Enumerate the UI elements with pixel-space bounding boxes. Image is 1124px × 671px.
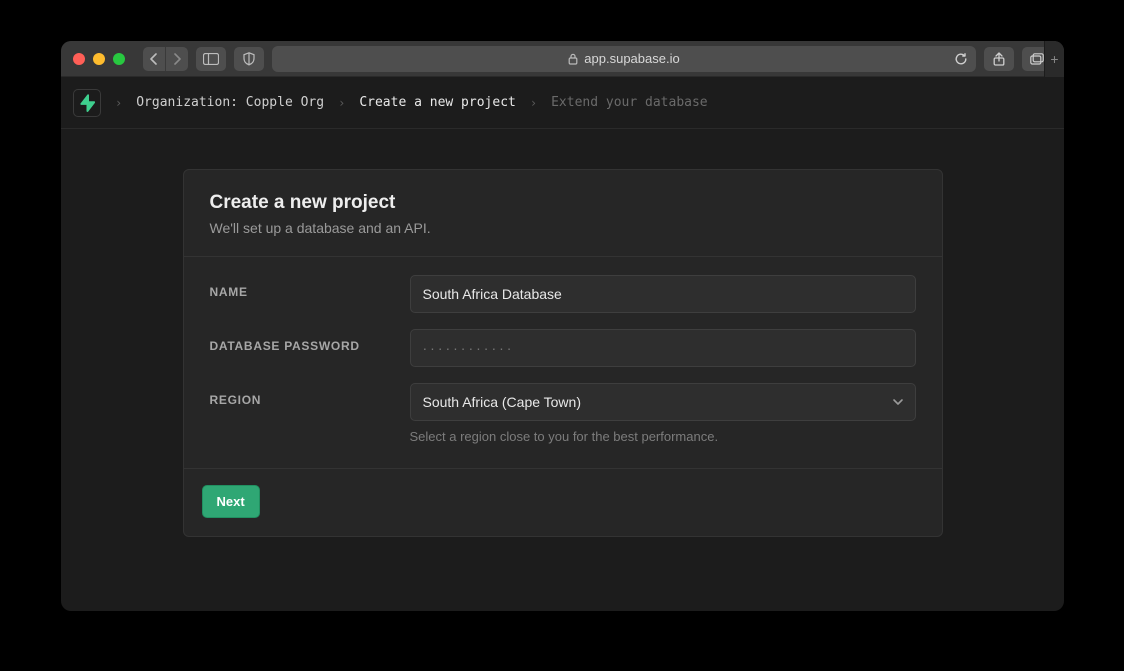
reload-button[interactable] (954, 52, 968, 66)
back-button[interactable] (143, 47, 165, 71)
create-project-card: Create a new project We'll set up a data… (183, 169, 943, 537)
project-name-input[interactable] (410, 275, 916, 313)
minimize-window-button[interactable] (93, 53, 105, 65)
card-subtitle: We'll set up a database and an API. (210, 220, 916, 236)
new-tab-button[interactable]: + (1044, 41, 1064, 77)
share-button[interactable] (984, 47, 1014, 71)
close-window-button[interactable] (73, 53, 85, 65)
main-content: Create a new project We'll set up a data… (61, 129, 1064, 537)
breadcrumb-extend-db: Extend your database (551, 95, 708, 110)
card-footer: Next (184, 469, 942, 536)
password-label: DATABASE PASSWORD (210, 329, 410, 353)
shield-button[interactable] (234, 47, 264, 71)
app-header: › Organization: Copple Org › Create a ne… (61, 77, 1064, 129)
next-button[interactable]: Next (202, 485, 260, 518)
sidebar-toggle-button[interactable] (196, 47, 226, 71)
name-label: NAME (210, 275, 410, 299)
address-bar-host: app.supabase.io (584, 51, 679, 66)
supabase-logo[interactable] (73, 89, 101, 117)
fullscreen-window-button[interactable] (113, 53, 125, 65)
database-password-input[interactable] (410, 329, 916, 367)
chevron-right-icon: › (338, 96, 345, 110)
browser-titlebar: app.supabase.io + (61, 41, 1064, 77)
card-body: NAME DATABASE PASSWORD REGION (184, 257, 942, 469)
chevron-right-icon: › (115, 96, 122, 110)
region-hint: Select a region close to you for the bes… (410, 429, 916, 444)
region-select[interactable] (410, 383, 916, 421)
chevron-right-icon: › (530, 96, 537, 110)
browser-window: app.supabase.io + › Organization: Copple… (61, 41, 1064, 611)
breadcrumb-create-project[interactable]: Create a new project (359, 95, 516, 110)
lock-icon (568, 53, 578, 65)
forward-button[interactable] (165, 47, 188, 71)
card-title: Create a new project (210, 192, 916, 214)
region-label: REGION (210, 383, 410, 407)
address-bar[interactable]: app.supabase.io (272, 46, 976, 72)
breadcrumb-org[interactable]: Organization: Copple Org (136, 95, 324, 110)
nav-back-forward (143, 47, 188, 71)
card-header: Create a new project We'll set up a data… (184, 170, 942, 257)
window-controls (73, 53, 125, 65)
